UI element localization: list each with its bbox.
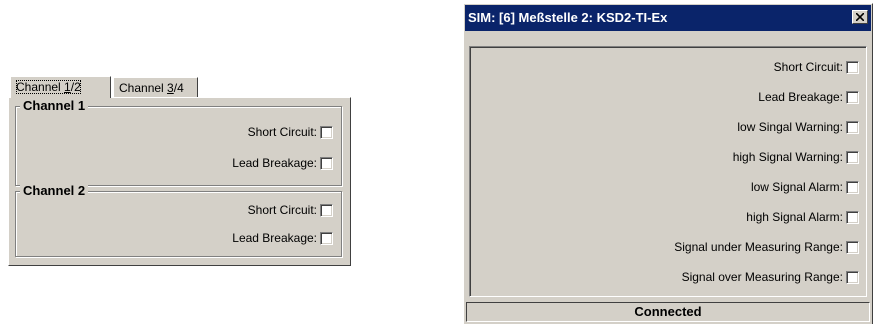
connection-status-text: Connected [634,304,702,319]
channel-1-short-circuit-row: Short Circuit: [248,124,333,140]
sim-window: SIM: [6] Meßstelle 2: KSD2-TI-Ex Short C… [463,3,873,324]
channel-1-lead-breakage-label: Lead Breakage: [232,156,317,170]
close-button[interactable] [852,10,868,24]
channel-2-short-circuit-row: Short Circuit: [248,202,333,218]
sim-low-signal-alarm-label: low Signal Alarm: [750,180,843,194]
tab-page: Channel 1 Short Circuit: Lead Breakage: … [8,97,351,266]
tab-channel-3-4-label: Channel 3/4 [119,81,184,95]
sim-short-circuit-label: Short Circuit: [773,60,843,74]
tab-channel-1-2-label: Channel 1/2 [16,80,81,94]
sim-short-circuit-row: Short Circuit: [774,59,859,75]
channel-2-group-title: Channel 2 [20,183,89,199]
sim-low-signal-alarm-checkbox[interactable] [846,180,859,194]
sim-signal-under-range-row: Signal under Measuring Range: [674,239,859,255]
sim-lead-breakage-checkbox[interactable] [846,90,859,104]
sim-high-signal-alarm-row: high Signal Alarm: [746,209,859,225]
tab-channel-3-4[interactable]: Channel 3/4 [113,77,198,97]
channel-1-group-title: Channel 1 [20,98,89,114]
channel-2-lead-breakage-label: Lead Breakage: [232,231,317,245]
channel-1-short-circuit-label: Short Circuit: [247,125,317,139]
channel-1-lead-breakage-checkbox[interactable] [320,156,333,170]
channel-2-lead-breakage-checkbox[interactable] [320,231,333,245]
sim-low-signal-warning-row: low Singal Warning: [737,119,859,135]
sim-high-signal-alarm-label: high Signal Alarm: [746,210,843,224]
sim-window-title: SIM: [6] Meßstelle 2: KSD2-TI-Ex [468,10,668,25]
sim-lead-breakage-row: Lead Breakage: [758,89,859,105]
sim-signal-over-range-checkbox[interactable] [846,270,859,284]
sim-signal-under-range-label: Signal under Measuring Range: [674,240,843,254]
sim-low-signal-warning-label: low Singal Warning: [737,120,843,134]
connection-status-bar: Connected [466,302,870,322]
sim-short-circuit-checkbox[interactable] [846,60,859,74]
close-icon [856,13,864,21]
channel-2-lead-breakage-row: Lead Breakage: [232,230,333,246]
channel-1-group: Channel 1 Short Circuit: Lead Breakage: [15,98,342,186]
channel-1-short-circuit-checkbox[interactable] [320,125,333,139]
sim-signal-over-range-row: Signal over Measuring Range: [682,269,859,285]
channel-2-group: Channel 2 Short Circuit: Lead Breakage: [15,183,342,257]
sim-signal-over-range-label: Signal over Measuring Range: [681,270,843,284]
sim-lead-breakage-label: Lead Breakage: [758,90,843,104]
sim-high-signal-alarm-checkbox[interactable] [846,210,859,224]
sim-high-signal-warning-checkbox[interactable] [846,150,859,164]
tab-channel-1-2[interactable]: Channel 1/2 [10,76,111,98]
sim-high-signal-warning-label: high Signal Warning: [732,150,843,164]
sim-signal-under-range-checkbox[interactable] [846,240,859,254]
sim-signal-panel: Short Circuit: Lead Breakage: low Singal… [469,46,867,297]
channel-tab-control: Channel 1/2 Channel 3/4 Channel 1 Short … [8,76,351,266]
sim-titlebar[interactable]: SIM: [6] Meßstelle 2: KSD2-TI-Ex [465,5,871,31]
sim-low-signal-alarm-row: low Signal Alarm: [751,179,859,195]
sim-low-signal-warning-checkbox[interactable] [846,120,859,134]
sim-high-signal-warning-row: high Signal Warning: [733,149,859,165]
channel-2-short-circuit-checkbox[interactable] [320,203,333,217]
channel-1-lead-breakage-row: Lead Breakage: [232,155,333,171]
channel-2-short-circuit-label: Short Circuit: [247,203,317,217]
